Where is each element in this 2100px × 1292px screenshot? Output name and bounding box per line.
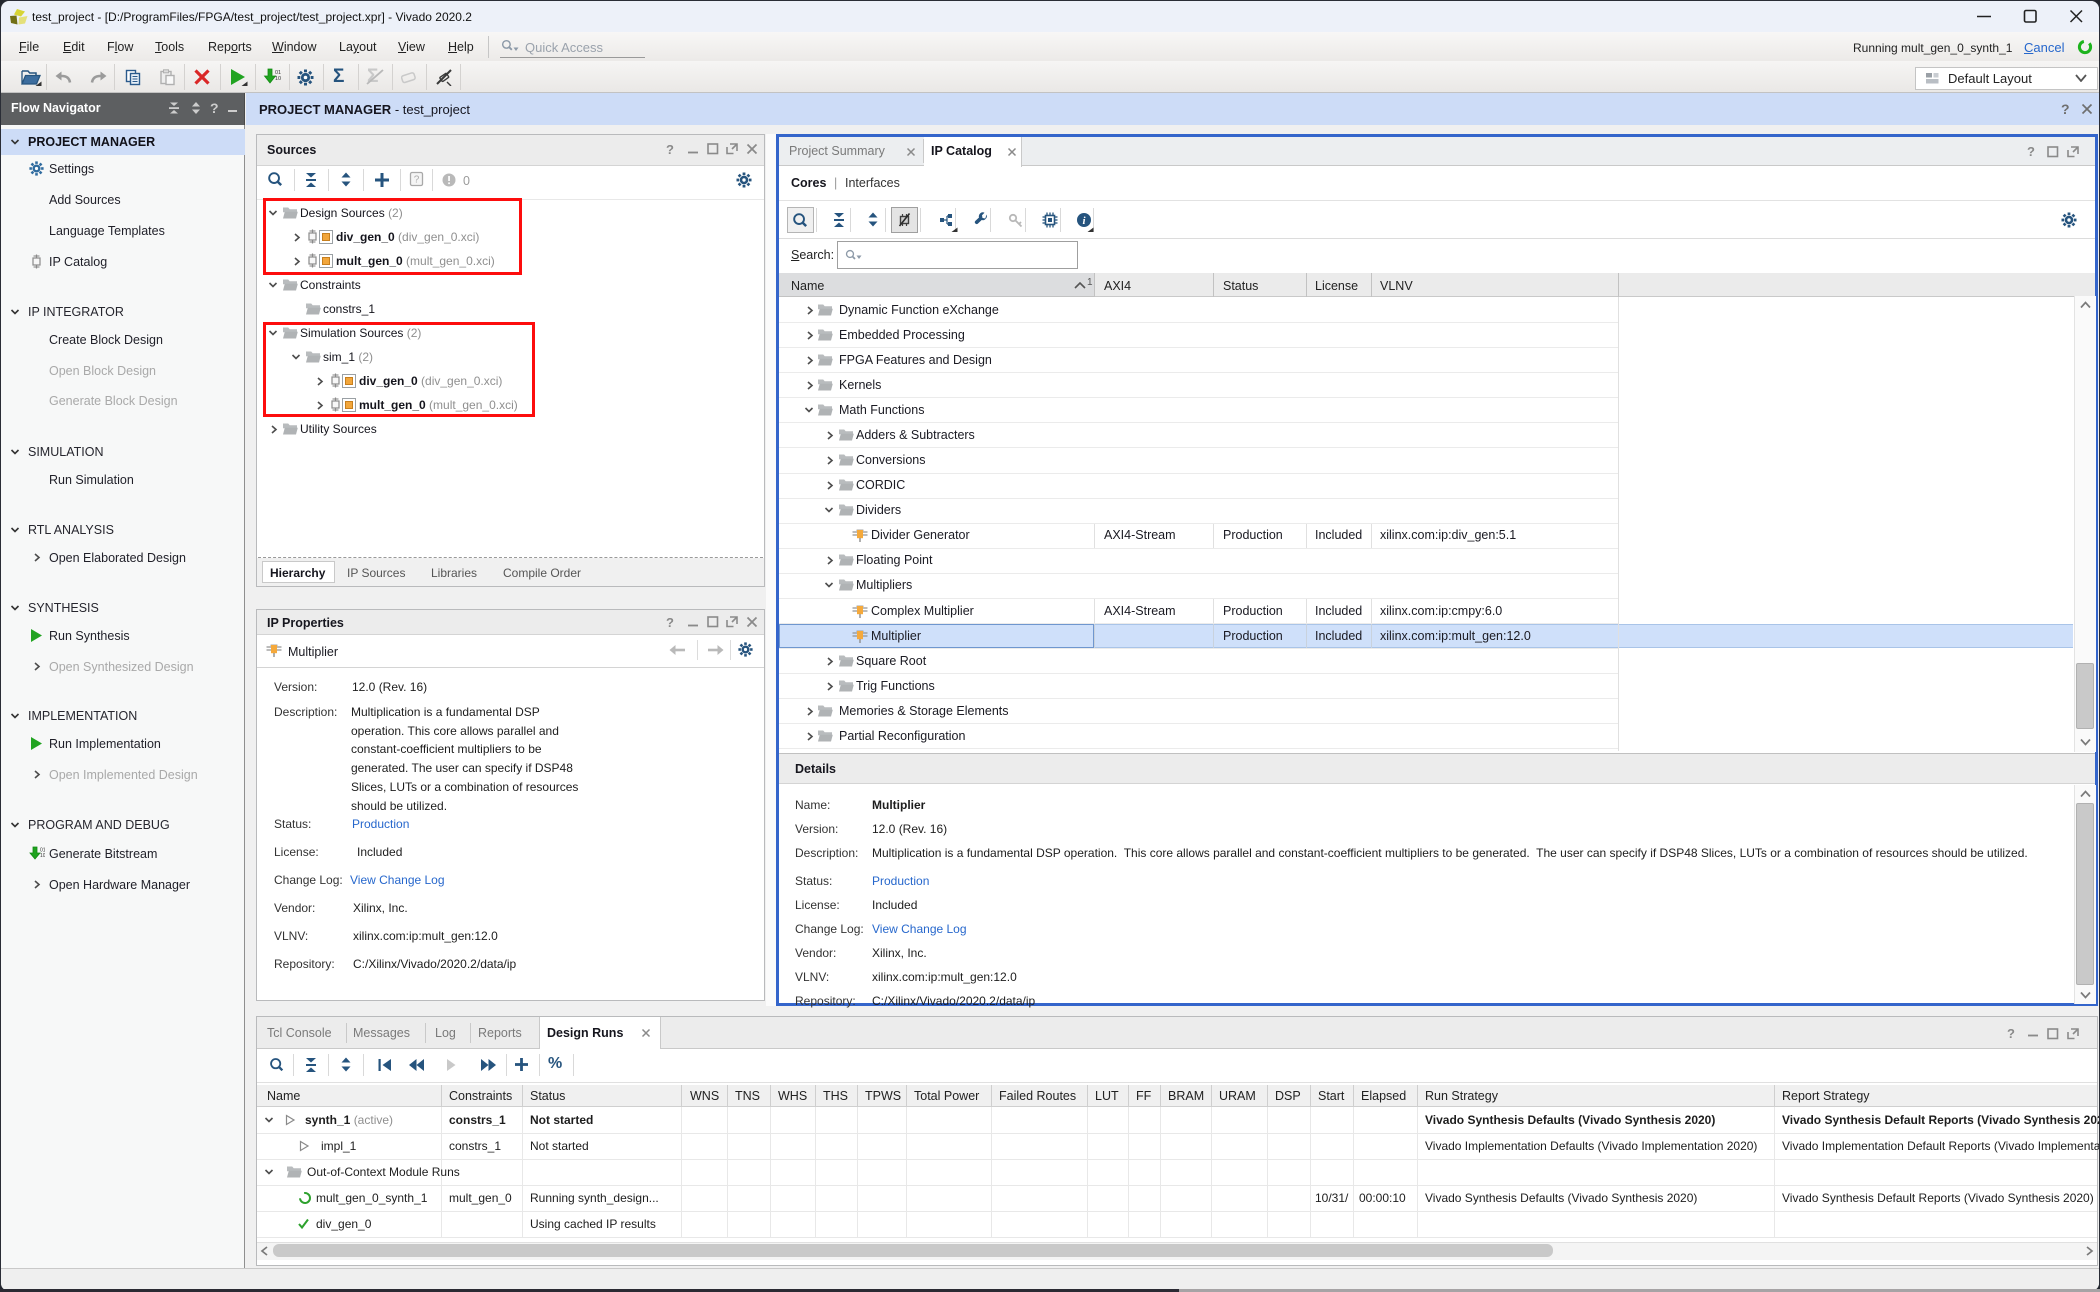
svg-text:?: ? <box>414 175 420 186</box>
svg-text:10: 10 <box>40 853 45 859</box>
svg-text:10: 10 <box>275 76 281 82</box>
